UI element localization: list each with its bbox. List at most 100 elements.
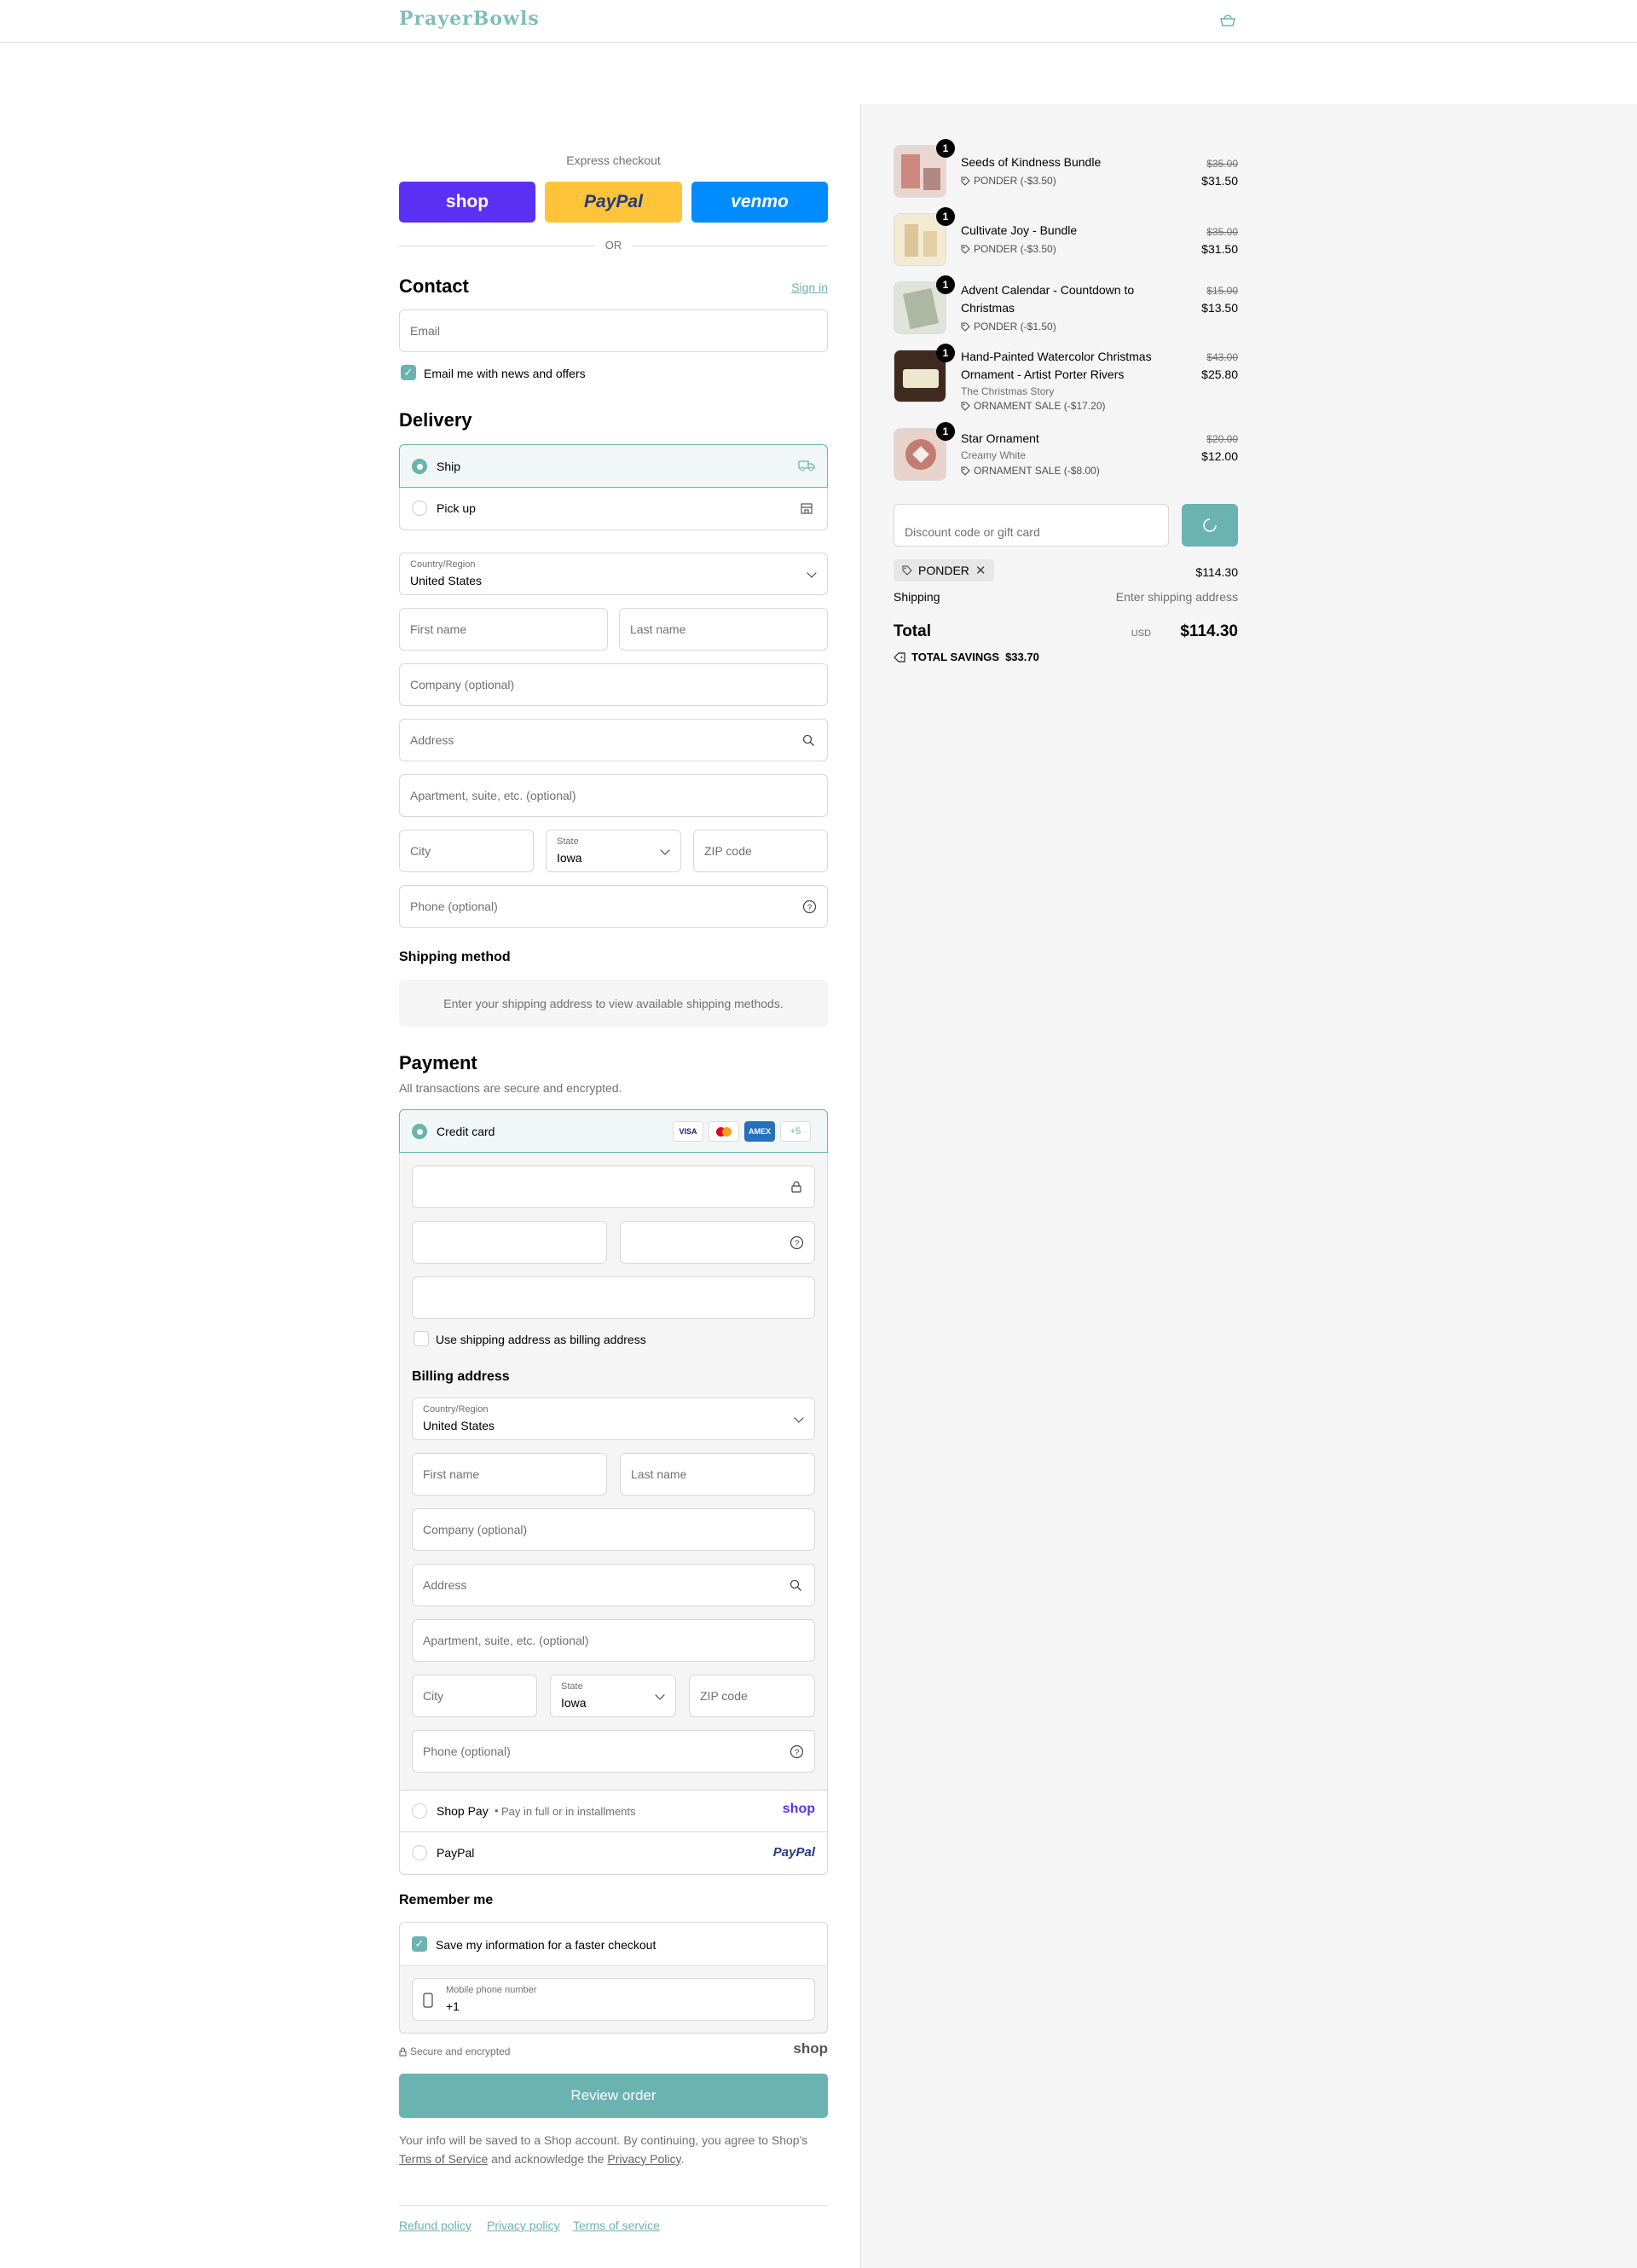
- privacy-policy-link[interactable]: Privacy policy: [487, 2219, 560, 2232]
- paypal-radio[interactable]: [412, 1845, 427, 1860]
- last-name-field[interactable]: Last name: [619, 608, 828, 651]
- total-value: $114.30: [1180, 622, 1238, 640]
- use-shipping-checkbox[interactable]: [414, 1331, 429, 1346]
- contact-title: Contact: [399, 275, 469, 297]
- billing-address-field[interactable]: Address: [412, 1564, 815, 1606]
- billing-first-name-field[interactable]: First name: [412, 1453, 607, 1496]
- tag-icon: [961, 466, 970, 476]
- item-discount: PONDER (-$3.50): [961, 243, 1056, 255]
- discount-code-placeholder: Discount code or gift card: [905, 525, 1040, 539]
- paypal-button[interactable]: PayPal: [545, 182, 682, 223]
- email-placeholder: Email: [410, 324, 441, 338]
- divider: [399, 2205, 828, 2206]
- apartment-placeholder: Apartment, suite, etc. (optional): [410, 789, 576, 802]
- privacy-link[interactable]: Privacy Policy: [607, 2152, 680, 2166]
- ship-option[interactable]: Ship: [399, 444, 828, 488]
- country-value: United States: [423, 1419, 495, 1432]
- phone-field[interactable]: Phone (optional) ?: [399, 885, 828, 928]
- first-name-field[interactable]: First name: [399, 608, 608, 651]
- state-value: Iowa: [557, 851, 582, 865]
- shop-pay-radio[interactable]: [412, 1803, 427, 1819]
- item-discount-label: PONDER (-$3.50): [974, 243, 1056, 255]
- discount-code-field[interactable]: Discount code or gift card: [894, 504, 1169, 547]
- email-field[interactable]: Email: [399, 310, 828, 352]
- svg-text:?: ?: [795, 1240, 800, 1249]
- help-circle-icon[interactable]: ?: [802, 900, 817, 914]
- help-circle-icon[interactable]: ?: [790, 1744, 804, 1759]
- quantity-badge: 1: [936, 275, 955, 294]
- lock-icon: [399, 2047, 407, 2056]
- terms-of-service-link[interactable]: Terms of service: [573, 2219, 660, 2232]
- amex-icon: AMEX: [744, 1121, 775, 1142]
- close-icon[interactable]: ✕: [975, 563, 986, 578]
- shop-pay-sublabel: Pay in full or in installments: [501, 1805, 636, 1818]
- pickup-radio[interactable]: [412, 500, 427, 516]
- card-name-field[interactable]: [412, 1276, 815, 1319]
- mobile-phone-field[interactable]: Mobile phone number +1: [412, 1978, 815, 2021]
- tag-icon: [961, 402, 970, 411]
- credit-card-radio[interactable]: [412, 1124, 427, 1139]
- applied-code-label: PONDER: [918, 564, 969, 577]
- sign-in-link[interactable]: Sign in: [791, 281, 828, 294]
- store-icon: [801, 503, 813, 514]
- apartment-field[interactable]: Apartment, suite, etc. (optional): [399, 774, 828, 817]
- quantity-badge: 1: [936, 207, 955, 226]
- card-number-field[interactable]: [412, 1166, 815, 1208]
- chevron-down-icon: [794, 1413, 804, 1423]
- city-field[interactable]: City: [399, 830, 534, 872]
- ship-radio[interactable]: [412, 459, 427, 474]
- news-checkbox[interactable]: ✓: [401, 365, 416, 380]
- item-discount: PONDER (-$3.50): [961, 175, 1056, 187]
- quantity-badge: 1: [936, 422, 955, 441]
- subtotal-value: $114.30: [1195, 565, 1238, 579]
- country-value: United States: [410, 574, 483, 587]
- card-expiry-field[interactable]: [412, 1221, 607, 1264]
- billing-company-field[interactable]: Company (optional): [412, 1508, 815, 1551]
- review-order-button[interactable]: Review order: [399, 2074, 828, 2118]
- item-name: Hand-Painted Watercolor Christmas Orname…: [961, 350, 1152, 381]
- svg-text:?: ?: [795, 1749, 800, 1758]
- save-info-label: Save my information for a faster checkou…: [436, 1938, 657, 1952]
- billing-apartment-field[interactable]: Apartment, suite, etc. (optional): [412, 1619, 815, 1662]
- shop-pay-option[interactable]: Shop Pay • Pay in full or in installment…: [399, 1790, 828, 1832]
- paypal-label: PayPal: [437, 1846, 475, 1860]
- country-select[interactable]: Country/Region United States: [399, 553, 828, 595]
- shop-pay-button[interactable]: shop: [399, 182, 535, 223]
- zip-field[interactable]: ZIP code: [693, 830, 828, 872]
- shipping-value: Enter shipping address: [1115, 590, 1238, 604]
- shipping-method-title: Shipping method: [399, 950, 511, 964]
- item-discount: ORNAMENT SALE (-$8.00): [961, 465, 1100, 477]
- item-name: Star Ornament: [961, 431, 1039, 445]
- total-label: Total: [894, 622, 931, 640]
- state-select[interactable]: State Iowa: [546, 830, 681, 872]
- item-variant: The Christmas Story: [961, 385, 1055, 397]
- search-icon: [790, 1579, 801, 1591]
- save-info-checkbox[interactable]: ✓: [412, 1936, 427, 1952]
- item-original-price: $20.00: [1206, 433, 1238, 445]
- billing-state-select[interactable]: State Iowa: [550, 1675, 676, 1717]
- first-name-placeholder: First name: [410, 622, 467, 636]
- card-cvv-field[interactable]: ?: [620, 1221, 815, 1264]
- help-circle-icon[interactable]: ?: [790, 1235, 804, 1250]
- paypal-option[interactable]: PayPal PayPal: [399, 1832, 828, 1875]
- billing-city-field[interactable]: City: [412, 1675, 537, 1717]
- terms-link[interactable]: Terms of Service: [399, 2152, 488, 2166]
- company-field[interactable]: Company (optional): [399, 663, 828, 706]
- bag-icon[interactable]: [1218, 14, 1237, 27]
- store-logo[interactable]: PrayerBowls: [399, 8, 540, 30]
- billing-phone-field[interactable]: Phone (optional) ?: [412, 1730, 815, 1773]
- refund-policy-link[interactable]: Refund policy: [399, 2219, 471, 2232]
- venmo-button[interactable]: venmo: [691, 182, 828, 223]
- billing-country-select[interactable]: Country/Region United States: [412, 1397, 815, 1440]
- pickup-option[interactable]: Pick up: [399, 488, 828, 530]
- apply-discount-button[interactable]: [1182, 504, 1238, 547]
- address-field[interactable]: Address: [399, 719, 828, 761]
- credit-card-option[interactable]: Credit card VISA AMEX +5: [399, 1109, 828, 1153]
- chevron-down-icon: [660, 845, 670, 855]
- express-checkout-label: Express checkout: [566, 153, 661, 167]
- tag-icon: [894, 651, 905, 662]
- mobile-phone-value: +1: [446, 1999, 460, 2013]
- city-placeholder: City: [423, 1689, 444, 1703]
- billing-last-name-field[interactable]: Last name: [620, 1453, 815, 1496]
- billing-zip-field[interactable]: ZIP code: [689, 1675, 815, 1717]
